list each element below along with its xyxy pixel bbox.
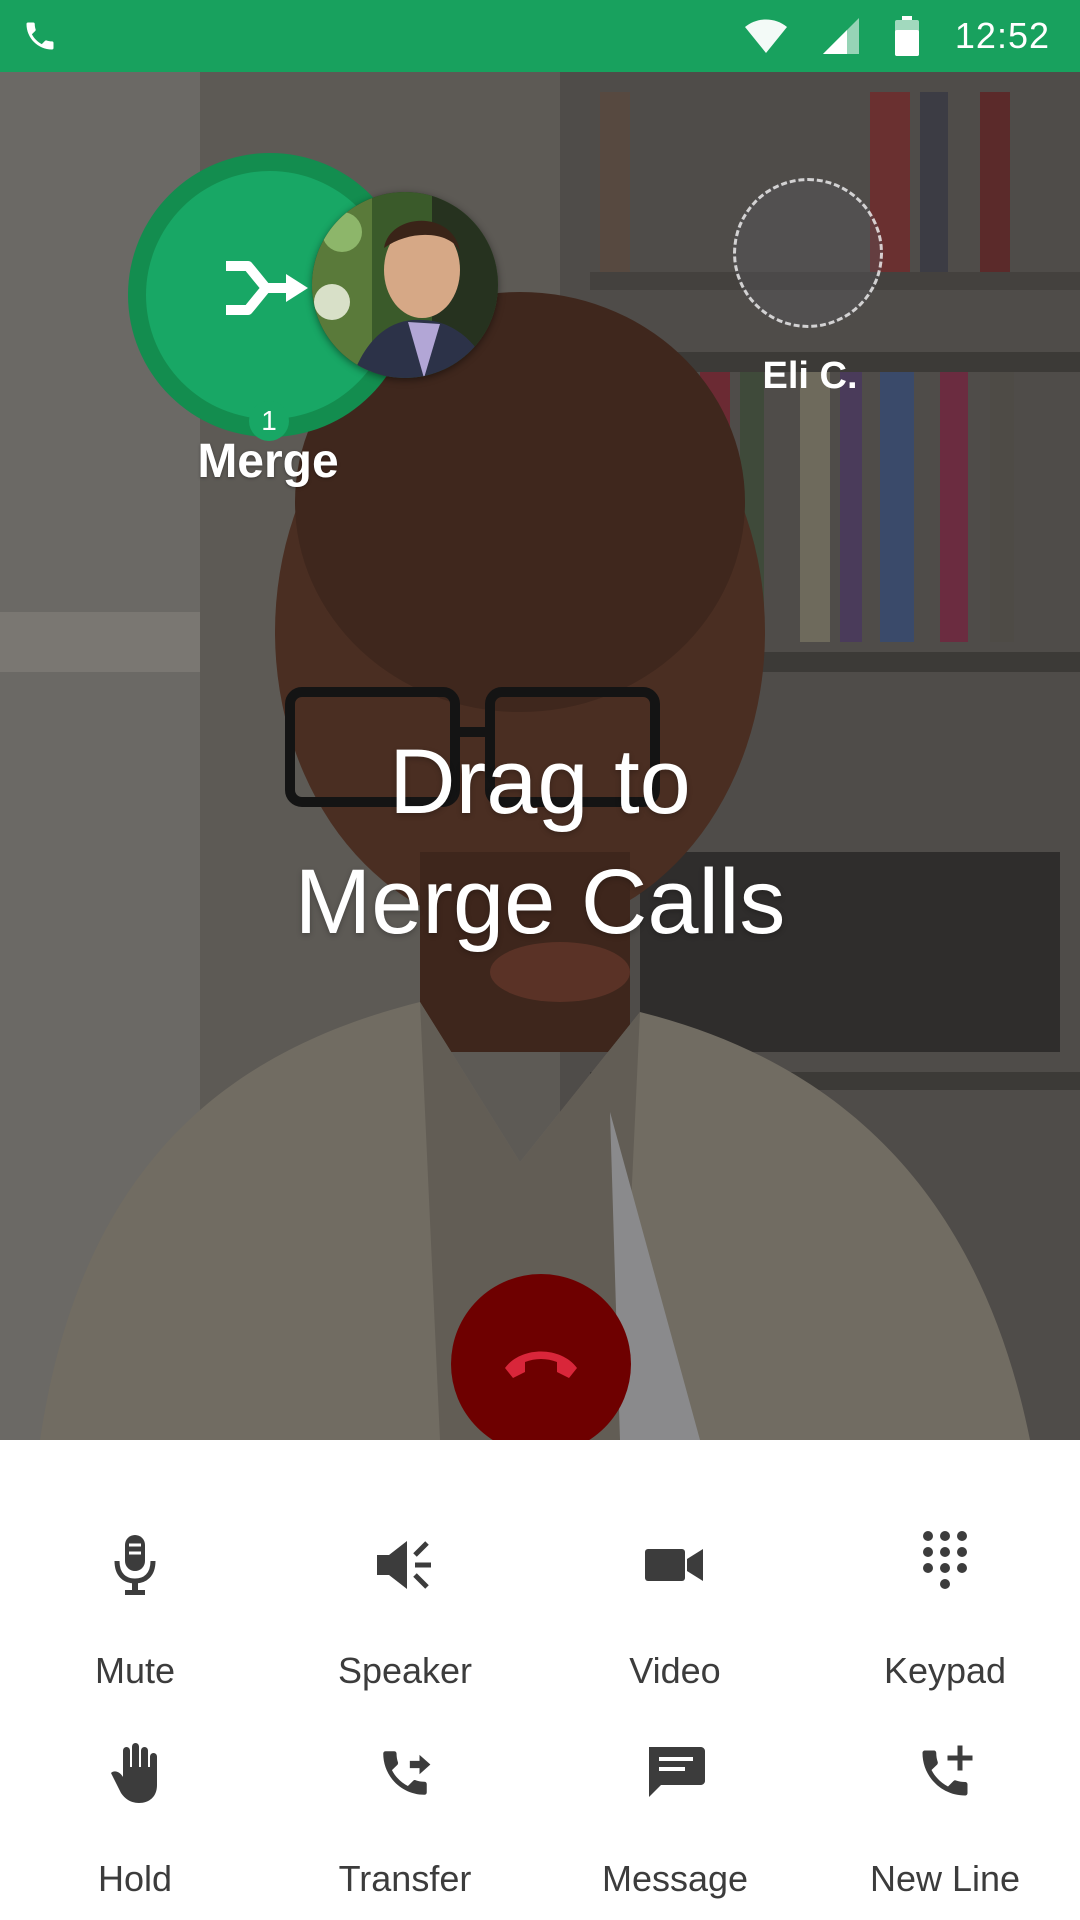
- drag-hint-line-2: Merge Calls: [294, 851, 786, 953]
- message-button[interactable]: Message: [540, 1718, 810, 1918]
- video-camera-icon: [540, 1510, 810, 1620]
- message-icon: [540, 1718, 810, 1828]
- transfer-label: Transfer: [338, 1858, 472, 1899]
- drag-hint: Drag to Merge Calls: [140, 722, 940, 962]
- drag-hint-line-1: Drag to: [389, 731, 691, 833]
- transfer-button[interactable]: Transfer: [270, 1718, 540, 1918]
- video-label: Video: [629, 1650, 721, 1691]
- speaker-button[interactable]: Speaker: [270, 1510, 540, 1710]
- message-label: Message: [601, 1858, 749, 1899]
- microphone-icon: [0, 1510, 270, 1620]
- speaker-icon: [270, 1510, 540, 1620]
- hang-up-icon: [501, 1342, 581, 1387]
- status-bar: 12:52: [0, 0, 1080, 72]
- add-call-icon: [810, 1718, 1080, 1828]
- speaker-label: Speaker: [337, 1650, 473, 1691]
- wifi-icon: [744, 19, 787, 53]
- merge-arrows-icon: [222, 258, 312, 323]
- keypad-icon: [810, 1510, 1080, 1620]
- keypad-button[interactable]: Keypad: [810, 1510, 1080, 1710]
- in-call-screen: 12:52 1 Merge Eli C. Drag to Merge Calls…: [0, 0, 1080, 1920]
- merge-label: Merge: [197, 435, 339, 488]
- mute-label: Mute: [94, 1650, 176, 1691]
- mute-button[interactable]: Mute: [0, 1510, 270, 1710]
- transfer-call-icon: [270, 1718, 540, 1828]
- caller-photo: 1 Merge Eli C. Drag to Merge Calls: [0, 72, 1080, 1440]
- hold-label: Hold: [97, 1858, 173, 1899]
- hand-icon: [0, 1718, 270, 1828]
- cell-signal-icon: [822, 18, 859, 54]
- clock: 12:52: [954, 15, 1050, 56]
- second-call-name: Eli C.: [762, 355, 858, 397]
- phone-call-icon: [22, 18, 58, 59]
- hold-button[interactable]: Hold: [0, 1718, 270, 1918]
- call-actions-panel: Mute Speaker Video Keypad Hold Transfer …: [0, 1440, 1080, 1920]
- video-button[interactable]: Video: [540, 1510, 810, 1710]
- end-call-button[interactable]: [451, 1274, 631, 1440]
- battery-icon: [894, 16, 919, 56]
- keypad-label: Keypad: [883, 1650, 1007, 1691]
- contact-avatar[interactable]: [312, 192, 498, 378]
- new-line-button[interactable]: New Line: [810, 1718, 1080, 1918]
- new-line-label: New Line: [869, 1858, 1021, 1899]
- second-call-avatar-placeholder[interactable]: [733, 178, 883, 328]
